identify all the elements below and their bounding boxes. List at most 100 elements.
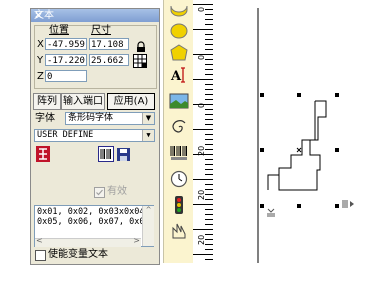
barcode-settings-icon[interactable] [98,146,114,162]
arc-icon[interactable] [169,0,189,18]
ruler-tick [205,74,213,75]
ruler-tick [205,109,213,110]
image-icon[interactable] [169,92,189,110]
hand-icon[interactable] [169,222,189,240]
ruler-tick [205,239,213,240]
scale-right-icon[interactable] [342,199,356,209]
font-type-select[interactable]: 条形码字体 ▼ [65,112,155,125]
ruler-tick [205,249,213,250]
chevron-up-icon[interactable]: ^ [143,206,154,214]
ruler-tick [205,49,213,50]
ruler-tick [205,14,213,15]
apply-button[interactable]: 应用(A) [107,93,155,110]
chevron-right-icon[interactable]: > [133,236,140,245]
font-settings-icon[interactable] [36,146,50,162]
selection-handle[interactable] [335,148,339,152]
enable-variable-text-checkbox[interactable] [35,250,46,261]
drawing-canvas[interactable] [213,0,375,263]
ruler-tick [205,34,213,35]
ruler-tick [193,204,213,205]
tab-input-port[interactable]: 输入端口 [61,93,105,110]
ruler-tick [205,149,213,150]
ruler-tick [205,209,213,210]
selection-handle[interactable] [297,204,301,208]
ruler-tick [205,189,213,190]
ruler-tick [205,234,213,235]
ruler-tick [205,244,213,245]
close-button[interactable]: × [34,9,157,22]
ruler-tick [205,39,213,40]
ruler-label: 20 [197,234,206,245]
ruler-tick [205,59,213,60]
vertical-ruler: 0 0 0 20 20 20 [193,0,214,263]
canvas-drawing [257,8,327,263]
ruler-tick [205,219,213,220]
barcode-object-outline [267,100,327,191]
chevron-down-icon[interactable]: ▼ [142,113,154,124]
align-bottom-icon[interactable] [266,207,276,217]
text-icon[interactable]: A [169,66,189,84]
ruler-tick [205,99,213,100]
ruler-tick [193,29,213,30]
x-position-field[interactable]: -47.959 [45,38,87,50]
data-line-1: 0x01, 0x02, 0x03x0x04 [37,207,145,217]
clock-icon[interactable] [169,170,189,188]
ruler-tick [205,174,213,175]
x-size-field[interactable]: 17.108 [89,38,129,50]
circle-icon[interactable] [169,22,189,40]
ruler-tick [193,79,213,80]
selection-handle[interactable] [260,148,264,152]
ruler-label: 0 [197,54,206,60]
ruler-tick [205,194,213,195]
object-center-mark [296,147,302,153]
enable-variable-text-label: 使能变量文本 [48,249,108,260]
ruler-tick [205,259,213,260]
selection-handle[interactable] [260,93,264,97]
chevron-left-icon[interactable]: < [36,236,43,245]
barcode-icon[interactable] [169,144,189,162]
textarea-scrollbar[interactable]: ^ [142,206,154,246]
x-label: X [37,39,44,50]
selection-handle[interactable] [260,204,264,208]
ruler-tick [193,254,213,255]
ruler-tick [205,24,213,25]
selection-handle[interactable] [335,93,339,97]
ruler-tick [205,124,213,125]
ruler-tick [205,94,213,95]
drawing-toolbar: A [163,0,195,263]
chevron-down-icon[interactable]: ▼ [142,130,154,141]
selection-handle[interactable] [297,93,301,97]
lock-icon[interactable] [135,41,147,53]
y-position-field[interactable]: -17.220 [45,54,87,66]
ruler-tick [193,129,213,130]
grid-position-icon[interactable] [133,54,147,68]
ruler-tick [205,69,213,70]
ruler-tick [205,114,213,115]
z-label: Z [37,71,44,82]
ruler-tick [193,179,213,180]
spiral-icon[interactable] [169,118,189,136]
ruler-tick [205,84,213,85]
polygon-icon[interactable] [169,44,189,62]
font-type-value: 条形码字体 [68,113,114,123]
font-label: 字体 [35,113,55,124]
valid-label: 有效 [107,186,127,197]
y-size-field[interactable]: 25.662 [89,54,129,66]
font-name-select[interactable]: USER DEFINE ▼ [34,129,155,142]
ruler-tick [205,144,213,145]
ruler-tick [205,184,213,185]
ruler-label: 20 [197,145,206,156]
valid-checkbox[interactable] [94,187,105,198]
traffic-light-icon[interactable] [169,196,189,214]
ruler-tick [205,224,213,225]
z-field[interactable]: 0 [45,70,87,82]
ruler-tick [205,19,213,20]
ruler-tick [205,199,213,200]
svg-text:A: A [170,69,182,84]
ruler-tick [205,89,213,90]
tab-array[interactable]: 阵列 [33,93,61,110]
save-icon[interactable] [117,148,130,161]
selection-handle[interactable] [335,204,339,208]
ruler-tick [205,164,213,165]
textarea-hscrollbar[interactable]: < > [35,236,141,247]
